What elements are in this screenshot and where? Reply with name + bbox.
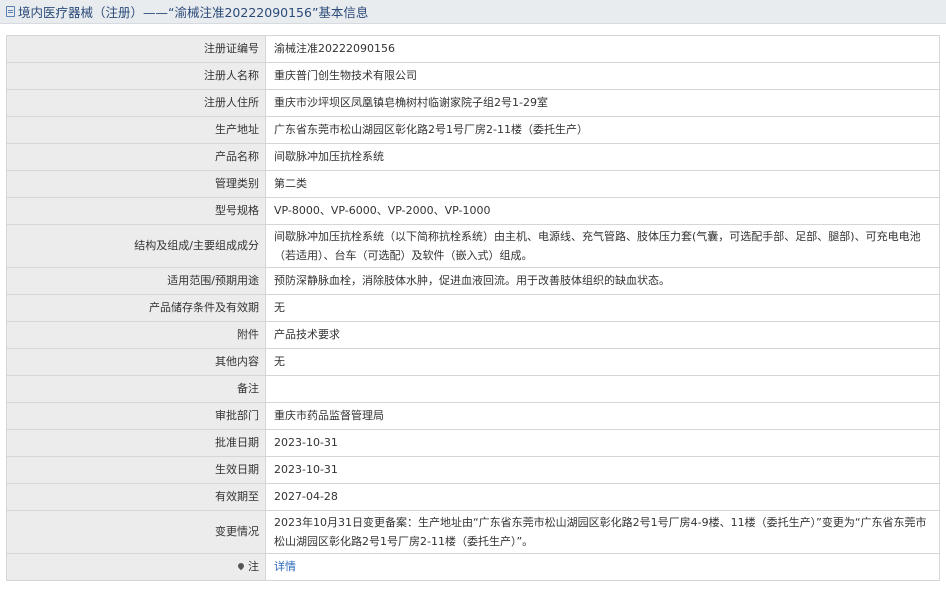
label-remarks: 备注 xyxy=(6,375,266,403)
row-change-history: 变更情况 2023年10月31日变更备案：生产地址由“广东省东莞市松山湖园区彰化… xyxy=(6,510,940,554)
row-remarks: 备注 xyxy=(6,375,940,403)
value-approval-date: 2023-10-31 xyxy=(265,429,940,457)
row-product-name: 产品名称 间歇脉冲加压抗栓系统 xyxy=(6,143,940,171)
value-product-name: 间歇脉冲加压抗栓系统 xyxy=(265,143,940,171)
row-model-spec: 型号规格 VP-8000、VP-6000、VP-2000、VP-1000 xyxy=(6,197,940,225)
value-effective-date: 2023-10-31 xyxy=(265,456,940,484)
label-product-name: 产品名称 xyxy=(6,143,266,171)
label-attachment: 附件 xyxy=(6,321,266,349)
label-model-spec: 型号规格 xyxy=(6,197,266,225)
row-management-category: 管理类别 第二类 xyxy=(6,170,940,198)
value-expiry-date: 2027-04-28 xyxy=(265,483,940,511)
label-expiry-date: 有效期至 xyxy=(6,483,266,511)
value-other-content: 无 xyxy=(265,348,940,376)
document-icon xyxy=(6,6,15,17)
value-storage-validity: 无 xyxy=(265,294,940,322)
row-storage-validity: 产品储存条件及有效期 无 xyxy=(6,294,940,322)
row-other-content: 其他内容 无 xyxy=(6,348,940,376)
row-registration-number: 注册证编号 渝械注准20222090156 xyxy=(6,35,940,63)
row-production-address: 生产地址 广东省东莞市松山湖园区彰化路2号1号厂房2-11楼（委托生产） xyxy=(6,116,940,144)
row-structure-composition: 结构及组成/主要组成成分 间歇脉冲加压抗栓系统（以下简称抗栓系统）由主机、电源线… xyxy=(6,224,940,268)
label-registration-number: 注册证编号 xyxy=(6,35,266,63)
label-approval-date: 批准日期 xyxy=(6,429,266,457)
row-approval-date: 批准日期 2023-10-31 xyxy=(6,429,940,457)
value-note: 详情 xyxy=(265,553,940,581)
label-approval-department: 审批部门 xyxy=(6,402,266,430)
label-storage-validity: 产品储存条件及有效期 xyxy=(6,294,266,322)
label-management-category: 管理类别 xyxy=(6,170,266,198)
details-link[interactable]: 详情 xyxy=(274,560,296,573)
value-registrant-address: 重庆市沙坪坝区凤凰镇皂桷树村临谢家院子组2号1-29室 xyxy=(265,89,940,117)
row-registrant-address: 注册人住所 重庆市沙坪坝区凤凰镇皂桷树村临谢家院子组2号1-29室 xyxy=(6,89,940,117)
value-attachment: 产品技术要求 xyxy=(265,321,940,349)
label-production-address: 生产地址 xyxy=(6,116,266,144)
value-remarks xyxy=(265,375,940,403)
value-approval-department: 重庆市药品监督管理局 xyxy=(265,402,940,430)
label-effective-date: 生效日期 xyxy=(6,456,266,484)
value-registrant-name: 重庆普门创生物技术有限公司 xyxy=(265,62,940,90)
pin-icon xyxy=(236,561,246,571)
value-management-category: 第二类 xyxy=(265,170,940,198)
row-expiry-date: 有效期至 2027-04-28 xyxy=(6,483,940,511)
label-other-content: 其他内容 xyxy=(6,348,266,376)
label-note: 注 xyxy=(6,553,266,581)
label-registrant-name: 注册人名称 xyxy=(6,62,266,90)
value-production-address: 广东省东莞市松山湖园区彰化路2号1号厂房2-11楼（委托生产） xyxy=(265,116,940,144)
page-title: 境内医疗器械（注册）——“渝械注准20222090156”基本信息 xyxy=(18,5,369,20)
value-model-spec: VP-8000、VP-6000、VP-2000、VP-1000 xyxy=(265,197,940,225)
value-structure-composition: 间歇脉冲加压抗栓系统（以下简称抗栓系统）由主机、电源线、充气管路、肢体压力套(气… xyxy=(265,224,940,268)
row-registrant-name: 注册人名称 重庆普门创生物技术有限公司 xyxy=(6,62,940,90)
label-structure-composition: 结构及组成/主要组成成分 xyxy=(6,224,266,268)
row-approval-department: 审批部门 重庆市药品监督管理局 xyxy=(6,402,940,430)
row-note: 注 详情 xyxy=(6,553,940,581)
page-header: 境内医疗器械（注册）——“渝械注准20222090156”基本信息 xyxy=(0,0,946,24)
device-info-table: 注册证编号 渝械注准20222090156 注册人名称 重庆普门创生物技术有限公… xyxy=(6,35,940,581)
label-registrant-address: 注册人住所 xyxy=(6,89,266,117)
note-label: 注 xyxy=(248,560,259,573)
value-change-history: 2023年10月31日变更备案：生产地址由“广东省东莞市松山湖园区彰化路2号1号… xyxy=(265,510,940,554)
row-intended-use: 适用范围/预期用途 预防深静脉血栓，消除肢体水肿，促进血液回流。用于改善肢体组织… xyxy=(6,267,940,295)
value-intended-use: 预防深静脉血栓，消除肢体水肿，促进血液回流。用于改善肢体组织的缺血状态。 xyxy=(265,267,940,295)
row-attachment: 附件 产品技术要求 xyxy=(6,321,940,349)
label-intended-use: 适用范围/预期用途 xyxy=(6,267,266,295)
value-registration-number: 渝械注准20222090156 xyxy=(265,35,940,63)
row-effective-date: 生效日期 2023-10-31 xyxy=(6,456,940,484)
label-change-history: 变更情况 xyxy=(6,510,266,554)
